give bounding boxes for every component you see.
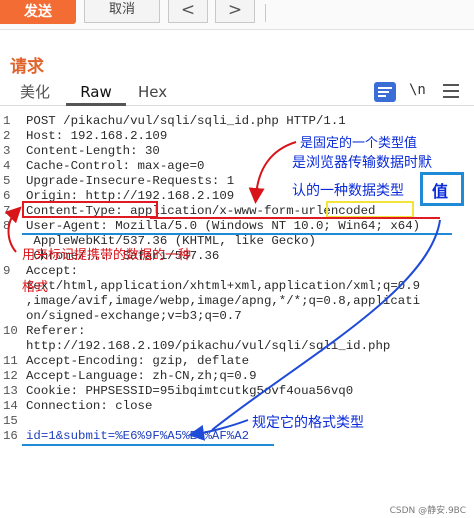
editor-line: 8 User-Agent: Mozilla/5.0 (Windows NT 10.… — [3, 219, 421, 233]
annotation-fixed-type: 是固定的一个类型值 — [300, 136, 418, 151]
editor-line: 13 Cookie: PHPSESSID=95ibqimtcutkg5ovf4ou… — [3, 384, 354, 398]
editor-line: 11 Accept-Encoding: gzip, deflate — [3, 354, 250, 368]
tab-hex[interactable]: Hex — [138, 80, 167, 106]
cancel-button[interactable]: 取消 — [84, 0, 160, 23]
body-underline — [22, 444, 274, 446]
editor-line: on/signed-exchange;v=b3;q=0.7 — [26, 309, 242, 323]
annotation-browser-default-1: 是浏览器传输数据时默 — [292, 155, 432, 171]
editor-line: 9 Accept: — [3, 264, 79, 278]
request-title: 请求 — [10, 57, 44, 77]
editor-line: 15 — [3, 414, 18, 428]
editor-line: ,image/avif,image/webp,image/apng,*/*;q=… — [26, 294, 421, 308]
editor-line: 10 Referer: — [3, 324, 86, 338]
history-back-button[interactable]: < — [168, 0, 208, 23]
editor-line-body: 16 id=1&submit=%E6%9F%A5%E8%AF%A2 — [3, 429, 250, 443]
editor-line: 1 POST /pikachu/vul/sqli/sqli_id.php HTTP… — [3, 114, 346, 128]
tab-pretty[interactable]: 美化 — [20, 80, 50, 106]
chevron-left-icon: < — [180, 0, 196, 20]
editor-line: http://192.168.2.109/pikachu/vul/sqli/sq… — [26, 339, 391, 353]
content-type-underline-blue — [22, 233, 452, 235]
annotation-specified-format: 规定它的格式类型 — [252, 415, 364, 431]
word-wrap-icon[interactable] — [374, 82, 396, 102]
annotation-browser-default-2: 认的一种数据类型 — [292, 183, 404, 199]
editor-line: 12 Accept-Language: zh-CN,zh;q=0.9 — [3, 369, 257, 383]
show-newlines-button[interactable]: \n — [409, 82, 426, 98]
annotation-format-desc-2: 格式 — [22, 280, 49, 295]
tab-raw[interactable]: Raw — [66, 80, 126, 106]
chevron-right-icon: > — [227, 0, 243, 20]
content-type-highlight — [22, 201, 158, 218]
editor-line: 14 Connection: close — [3, 399, 153, 413]
annotation-format-desc-1: 用来标记提携带的数据的一种 — [22, 248, 192, 263]
urlencoded-highlight — [326, 201, 414, 218]
content-type-underline — [150, 217, 440, 219]
watermark: CSDN @静安.9BC — [389, 506, 466, 516]
request-toolbar: 发送 取消 < > — [0, 0, 474, 30]
annotation-value: 值 — [432, 182, 449, 201]
toolbar-divider — [265, 4, 266, 22]
menu-icon[interactable] — [443, 84, 459, 98]
send-button[interactable]: 发送 — [0, 0, 76, 24]
history-forward-button[interactable]: > — [215, 0, 255, 23]
editor-line: text/html,application/xhtml+xml,applicat… — [26, 279, 421, 293]
view-tabs: 美化 Raw Hex — [0, 78, 474, 106]
